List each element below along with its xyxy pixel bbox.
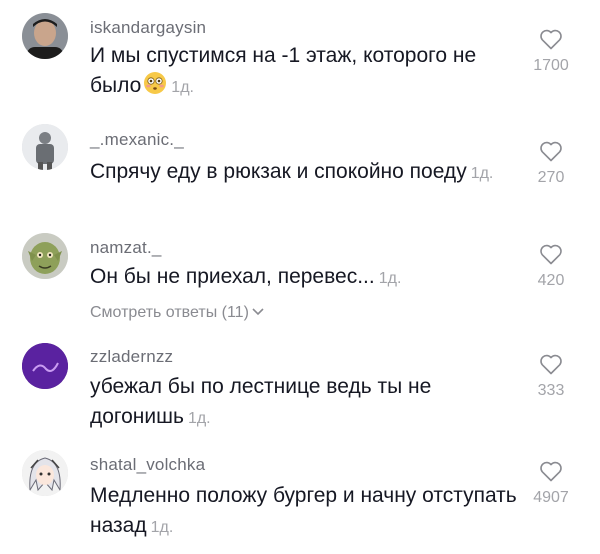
comment-username[interactable]: shatal_volchka: [90, 455, 205, 475]
avatar[interactable]: [22, 13, 68, 59]
comment-time: 1д.: [150, 519, 174, 536]
comment-body: Спрячу еду в рюкзак и спокойно поеду: [90, 160, 467, 183]
like-count: 333: [537, 382, 565, 399]
comment-text: Он бы не приехал, перевес... 1д.: [90, 262, 530, 294]
avatar[interactable]: [22, 124, 68, 170]
comment-text: Спрячу еду в рюкзак и спокойно поеду 1д.: [90, 157, 530, 189]
comment-time: 1д.: [378, 270, 402, 287]
like-button[interactable]: 270: [518, 140, 584, 187]
comment-username[interactable]: _.mexanic._: [90, 130, 184, 150]
like-button[interactable]: 1700: [518, 28, 584, 75]
heart-outline-icon: [540, 461, 562, 482]
heart-outline-icon: [540, 29, 562, 50]
view-replies-label: Смотреть ответы (11): [90, 304, 249, 321]
heart-outline-icon: [540, 354, 562, 375]
comment-username[interactable]: zzladernzz: [90, 347, 173, 367]
avatar[interactable]: [22, 343, 68, 389]
chevron-down-icon: [252, 308, 264, 316]
comment-time: 1д.: [171, 79, 194, 96]
comment-text: И мы спустимся на -1 этаж, которого не б…: [90, 41, 530, 103]
heart-outline-icon: [540, 141, 562, 162]
comment-body: убежал бы по лестнице ведь ты не догониш…: [90, 375, 432, 428]
like-count: 420: [537, 272, 565, 289]
view-replies-button[interactable]: Смотреть ответы (11): [90, 304, 264, 322]
comment-body: Он бы не приехал, перевес...: [90, 265, 375, 288]
avatar[interactable]: [22, 233, 68, 279]
comment-username[interactable]: namzat._: [90, 238, 162, 258]
heart-outline-icon: [540, 244, 562, 265]
comment-text: Медленно положу бургер и начну отступать…: [90, 481, 530, 543]
comment-time: 1д.: [470, 165, 494, 182]
like-button[interactable]: 4907: [518, 460, 584, 507]
flushed-face-emoji: [144, 72, 167, 94]
like-count: 270: [537, 169, 565, 186]
comment-text: убежал бы по лестнице ведь ты не догониш…: [90, 372, 530, 434]
avatar[interactable]: [22, 450, 68, 496]
like-count: 4907: [533, 489, 569, 506]
like-button[interactable]: 333: [518, 353, 584, 400]
comment-username[interactable]: iskandargaysin: [90, 18, 206, 38]
like-button[interactable]: 420: [518, 243, 584, 290]
like-count: 1700: [533, 57, 569, 74]
comment-time: 1д.: [187, 410, 211, 427]
